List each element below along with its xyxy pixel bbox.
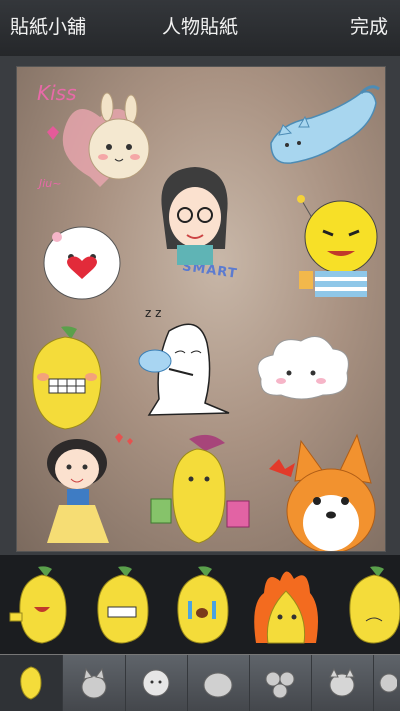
tab-more[interactable] [373, 655, 400, 711]
sheep-heart-sticker[interactable] [37, 217, 127, 307]
alpaca-sticker[interactable] [35, 87, 155, 197]
editor-canvas: Kiss Jiu~ SMART z z [0, 56, 400, 554]
banana-shopping-sticker[interactable] [147, 429, 251, 552]
tab-seal[interactable] [187, 655, 250, 711]
tab-cat[interactable] [63, 655, 126, 711]
sticker-shop-button[interactable]: 貼紙小舖 [10, 14, 86, 40]
banana-icon [20, 666, 42, 700]
seal-icon [203, 672, 233, 698]
sleepy-ghost-sticker[interactable]: z z [129, 303, 241, 421]
sticker-tray [0, 554, 400, 655]
sticker-category-tabs [0, 654, 400, 711]
girl-dress-sticker[interactable] [33, 427, 133, 551]
banana-cry-sticker-option[interactable] [166, 563, 238, 647]
cloud-sticker[interactable] [251, 329, 353, 405]
tab-banana[interactable] [0, 655, 63, 711]
more-icon [379, 673, 397, 693]
banana-grin-sticker[interactable] [25, 323, 107, 435]
photo-canvas[interactable]: Kiss Jiu~ SMART z z [16, 66, 386, 552]
glasses-girl-sticker[interactable] [147, 159, 242, 269]
top-bar: 貼紙小舖 人物貼紙 完成 [0, 0, 400, 57]
tab-group[interactable] [249, 655, 312, 711]
tab-sheep[interactable] [125, 655, 188, 711]
cat-icon [81, 667, 107, 699]
group-icon [265, 671, 295, 699]
banana-sad-sticker-option[interactable] [338, 563, 400, 647]
banana-grin-sticker-option[interactable] [86, 563, 158, 647]
banana-wave-sticker-option[interactable] [6, 563, 78, 647]
banana-fire-sticker-option[interactable] [250, 563, 322, 647]
svg-text:z z: z z [145, 306, 161, 320]
done-button[interactable]: 完成 [350, 14, 388, 40]
dog-icon [329, 667, 355, 697]
tab-dog[interactable] [311, 655, 374, 711]
blue-cat-sticker[interactable] [261, 73, 385, 173]
sheep-icon [142, 669, 170, 697]
corgi-sticker[interactable] [261, 431, 385, 552]
yellow-ball-sticker[interactable] [287, 193, 383, 309]
